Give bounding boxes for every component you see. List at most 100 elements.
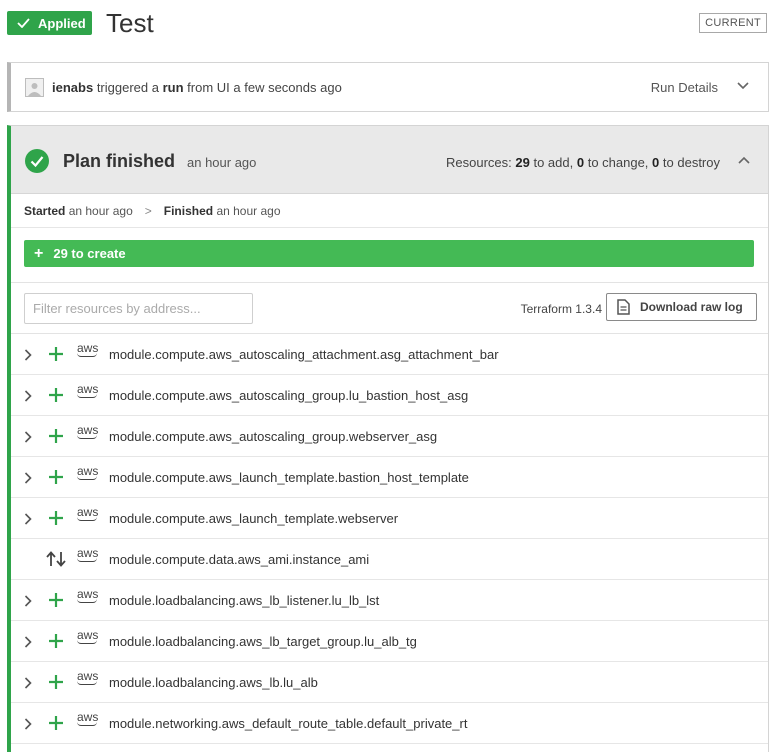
aws-provider-label: aws [77, 710, 99, 724]
started-time: an hour ago [68, 203, 133, 218]
aws-provider-icon: aws [77, 505, 99, 521]
create-plus-icon [49, 593, 63, 607]
finished-label: Finished [163, 203, 214, 218]
aws-provider-icon: aws [77, 669, 99, 685]
chevron-right-icon[interactable] [24, 595, 32, 607]
aws-provider-label: aws [77, 341, 99, 355]
started-label: Started [24, 203, 66, 218]
chevron-up-icon[interactable] [738, 156, 750, 164]
aws-provider-icon: aws [77, 546, 99, 562]
chevron-right-icon[interactable] [24, 431, 32, 443]
resource-address: module.loadbalancing.aws_lb_listener.lu_… [109, 593, 380, 608]
destroy-label: to destroy [662, 155, 720, 170]
create-plus-icon [49, 634, 63, 648]
create-summary-bar[interactable]: + 29 to create [24, 240, 754, 267]
create-plus-icon [49, 470, 63, 484]
resource-address: module.networking.aws_default_route_tabl… [109, 716, 468, 731]
current-badge: CURRENT [699, 13, 767, 33]
run-link[interactable]: run [163, 80, 184, 95]
chevron-right-icon[interactable] [24, 636, 32, 648]
aws-provider-icon: aws [77, 710, 99, 726]
create-plus-icon [49, 675, 63, 689]
add-label: to add, [533, 155, 574, 170]
aws-provider-label: aws [77, 382, 99, 396]
aws-provider-label: aws [77, 546, 99, 560]
resource-address: module.compute.aws_autoscaling_group.lu_… [109, 388, 469, 403]
add-count: 29 [515, 155, 530, 170]
run-text-triggered: triggered a [96, 79, 159, 95]
plan-panel: Plan finished an hour ago Resources: 29 … [7, 125, 769, 752]
aws-provider-icon: aws [77, 628, 99, 644]
resource-address: module.loadbalancing.aws_lb_target_group… [109, 634, 417, 649]
create-plus-icon [49, 716, 63, 730]
resource-row[interactable]: aws module.loadbalancing.aws_lb.lu_alb [11, 662, 768, 703]
applied-status-badge: Applied [7, 11, 92, 35]
resource-row[interactable]: aws module.compute.aws_autoscaling_attach… [11, 334, 768, 375]
aws-provider-icon: aws [77, 382, 99, 398]
run-summary-card[interactable]: ienabs triggered a run from UI a few sec… [7, 62, 769, 112]
filter-toolbar: Terraform 1.3.4 Download raw log [11, 282, 768, 334]
run-text-rest: from UI a few seconds ago [187, 79, 342, 95]
resource-row: aws module.compute.data.aws_ami.instance_… [11, 539, 768, 580]
change-label: to change, [587, 155, 649, 170]
filter-resources-input[interactable] [24, 293, 253, 324]
run-trigger-text: ienabs triggered a run from UI a few sec… [52, 80, 342, 95]
resource-list: aws module.compute.aws_autoscaling_attach… [11, 334, 768, 744]
chevron-right-separator-icon: > [144, 203, 152, 218]
aws-provider-icon: aws [77, 423, 99, 439]
plus-icon: + [34, 244, 44, 262]
aws-provider-label: aws [77, 464, 99, 478]
applied-label: Applied [38, 15, 86, 31]
aws-provider-label: aws [77, 423, 99, 437]
page-header: Applied Test CURRENT [7, 8, 769, 42]
user-icon [28, 82, 41, 96]
resource-row[interactable]: aws module.compute.aws_autoscaling_group.… [11, 416, 768, 457]
avatar [25, 77, 44, 97]
resource-row[interactable]: aws module.compute.aws_launch_template.ba… [11, 457, 768, 498]
plan-header[interactable]: Plan finished an hour ago Resources: 29 … [11, 126, 768, 194]
download-raw-log-button[interactable]: Download raw log [606, 293, 757, 321]
download-raw-log-label: Download raw log [640, 300, 743, 314]
create-plus-icon [49, 388, 63, 402]
resource-row[interactable]: aws module.compute.aws_launch_template.we… [11, 498, 768, 539]
aws-provider-label: aws [77, 669, 99, 683]
document-icon [617, 299, 630, 315]
chevron-right-icon[interactable] [24, 390, 32, 402]
run-user: ienabs [52, 79, 94, 95]
resource-address: module.compute.aws_autoscaling_group.web… [109, 429, 438, 444]
run-details-button[interactable]: Run Details [651, 80, 718, 95]
plan-timeline: Started an hour ago > Finished an hour a… [11, 194, 768, 228]
page-title: Test [106, 8, 154, 38]
aws-provider-label: aws [77, 628, 99, 642]
create-summary-label: 29 to create [53, 246, 126, 261]
create-plus-icon [49, 347, 63, 361]
aws-provider-label: aws [77, 587, 99, 601]
chevron-right-icon[interactable] [24, 349, 32, 361]
resource-address: module.compute.aws_launch_template.basti… [109, 470, 469, 485]
change-count: 0 [576, 155, 585, 170]
resources-summary: Resources: 29 to add, 0 to change, 0 to … [446, 155, 720, 170]
aws-provider-icon: aws [77, 464, 99, 480]
resource-row[interactable]: aws module.loadbalancing.aws_lb_target_gr… [11, 621, 768, 662]
chevron-down-icon[interactable] [737, 82, 749, 90]
checkmark-icon [17, 18, 30, 28]
create-plus-icon [49, 511, 63, 525]
aws-provider-icon: aws [77, 587, 99, 603]
resource-row[interactable]: aws module.loadbalancing.aws_lb_listener.… [11, 580, 768, 621]
success-check-circle-icon [25, 149, 49, 173]
resource-row[interactable]: aws module.compute.aws_autoscaling_group.… [11, 375, 768, 416]
chevron-right-icon[interactable] [24, 513, 32, 525]
resource-address: module.compute.aws_autoscaling_attachmen… [109, 347, 499, 362]
chevron-right-icon[interactable] [24, 718, 32, 730]
resource-row[interactable]: aws module.networking.aws_default_route_t… [11, 703, 768, 744]
chevron-right-icon[interactable] [24, 472, 32, 484]
chevron-right-icon[interactable] [24, 677, 32, 689]
resources-label: Resources: [445, 155, 512, 170]
create-plus-icon [49, 429, 63, 443]
resource-address: module.compute.aws_launch_template.webse… [109, 511, 399, 526]
aws-provider-label: aws [77, 505, 99, 519]
terraform-version: Terraform 1.3.4 [520, 302, 602, 316]
resource-address: module.compute.data.aws_ami.instance_ami [109, 552, 370, 567]
read-arrows-icon [46, 551, 66, 567]
aws-provider-icon: aws [77, 341, 99, 357]
